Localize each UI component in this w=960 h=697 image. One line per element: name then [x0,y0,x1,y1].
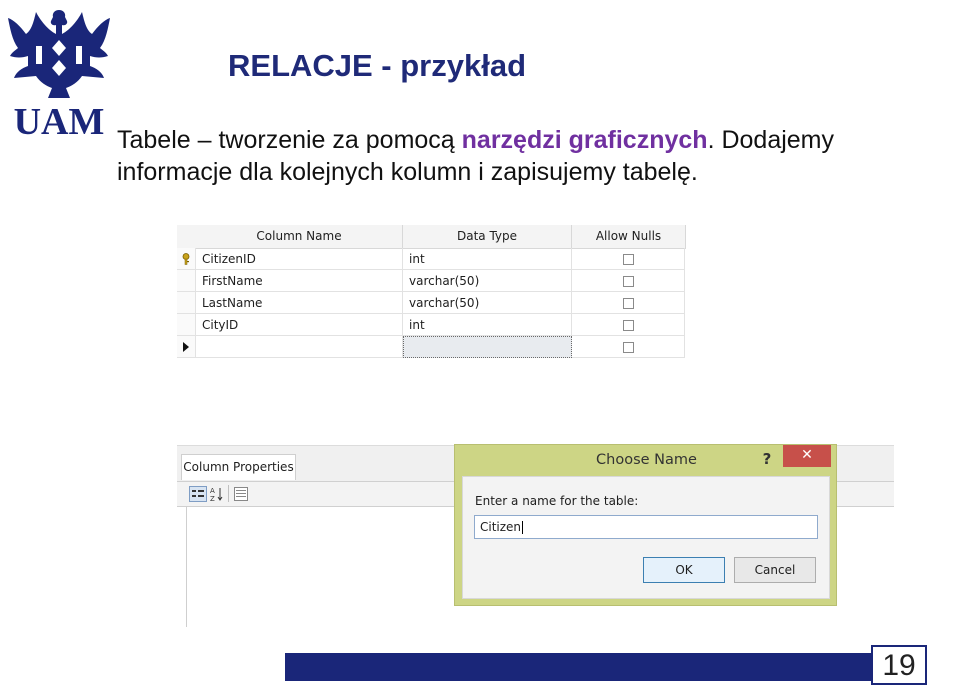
allow-nulls-header[interactable]: Allow Nulls [572,225,686,249]
dialog-title: Choose Name [596,452,697,468]
column-name-cell[interactable] [196,336,403,358]
primary-key-icon [182,253,190,265]
row-selector[interactable] [177,336,196,358]
allow-nulls-checkbox[interactable] [623,276,634,287]
close-icon: ✕ [801,447,813,463]
allow-nulls-checkbox[interactable] [623,320,634,331]
svg-text:A: A [210,487,215,495]
row-selector[interactable] [177,314,196,336]
description-highlight: narzędzi graficznych [461,126,708,154]
table-name-input[interactable]: Citizen [474,515,818,539]
column-name-cell[interactable]: FirstName [196,270,403,292]
row-selector[interactable] [177,248,196,270]
slide-description: Tabele – tworzenie za pomocą narzędzi gr… [117,124,952,188]
allow-nulls-checkbox[interactable] [623,298,634,309]
logo-text: UAM [14,101,105,138]
footer-bar [285,653,871,681]
properties-grid-border [186,506,187,627]
choose-name-dialog: Choose Name ? ✕ Enter a name for the tab… [454,444,837,606]
column-name-header[interactable]: Column Name [196,225,403,249]
data-type-header[interactable]: Data Type [403,225,572,249]
help-button[interactable]: ? [755,447,779,471]
allow-nulls-checkbox[interactable] [623,342,634,353]
text-cursor [522,521,524,534]
row-selector[interactable] [177,292,196,314]
dialog-body: Enter a name for the table: Citizen OK C… [462,476,830,599]
data-type-cell[interactable]: int [403,314,572,336]
row-selector[interactable] [177,270,196,292]
current-row-arrow-icon [183,342,189,352]
data-type-cell-selected[interactable] [403,336,572,358]
table-name-value: Citizen [480,520,522,534]
description-text-1: Tabele – tworzenie za pomocą [117,126,462,154]
uam-eagle-logo: UAM [8,10,110,138]
table-name-label: Enter a name for the table: [475,494,639,508]
tab-column-properties[interactable]: Column Properties [181,454,296,480]
table-designer-grid: Column Name Data Type Allow Nulls Citize… [177,225,686,361]
cancel-button[interactable]: Cancel [734,557,816,583]
column-name-cell[interactable]: CitizenID [196,248,403,270]
page-number: 19 [871,645,927,685]
categorized-icon[interactable] [189,486,207,502]
svg-text:Z: Z [210,495,215,502]
toolbar-separator [228,485,229,502]
row-selector-header [177,225,197,249]
close-button[interactable]: ✕ [783,445,831,467]
sort-alphabetical-icon[interactable]: AZ [210,486,224,502]
column-name-cell[interactable]: CityID [196,314,403,336]
column-name-cell[interactable]: LastName [196,292,403,314]
slide-title: RELACJE - przykład [228,48,527,83]
ok-button[interactable]: OK [643,557,725,583]
data-type-cell[interactable]: int [403,248,572,270]
data-type-cell[interactable]: varchar(50) [403,292,572,314]
allow-nulls-checkbox[interactable] [623,254,634,265]
property-pages-icon[interactable] [234,487,248,501]
data-type-cell[interactable]: varchar(50) [403,270,572,292]
